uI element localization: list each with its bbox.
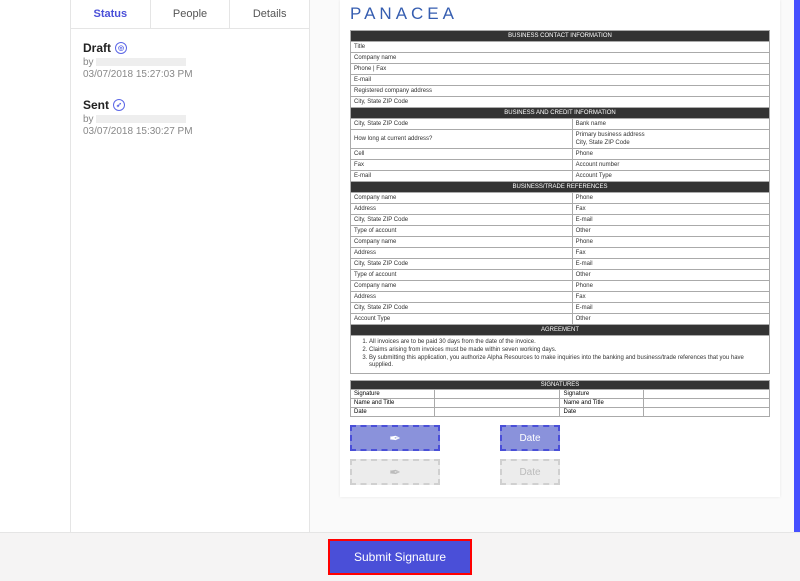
field-label: Other (572, 314, 769, 325)
field-label: Signature (351, 390, 435, 399)
field-label: Name and Title (560, 399, 644, 408)
field-label: Type of account (351, 226, 573, 237)
send-icon: ➹ (113, 99, 125, 111)
field-label: Other (572, 226, 769, 237)
field-label: Company name (351, 237, 573, 248)
signatures-table: SIGNATURES Signature Signature Name and T… (350, 380, 770, 417)
field-label: Address (351, 292, 573, 303)
history-item: Draft ◎ by 03/07/2018 15:27:03 PM (83, 41, 297, 80)
contact-table: BUSINESS CONTACT INFORMATION Title Compa… (350, 30, 770, 336)
field-label: Company name (351, 53, 770, 64)
target-icon: ◎ (115, 42, 127, 54)
history-by: by (83, 114, 297, 125)
agreement-text: All invoices are to be paid 30 days from… (350, 336, 770, 374)
tabs: Status People Details (71, 0, 309, 29)
history-title: Draft (83, 41, 111, 55)
field-label: Fax (351, 160, 573, 171)
agreement-item: By submitting this application, you auth… (369, 355, 765, 371)
field-label: Company name (351, 193, 573, 204)
field-label: Account Type (572, 171, 769, 182)
document-page: PANACEA BUSINESS CONTACT INFORMATION Tit… (340, 0, 780, 497)
document-area: PANACEA BUSINESS CONTACT INFORMATION Tit… (310, 0, 800, 532)
signature-field-primary[interactable]: ✒ (350, 425, 440, 451)
field-label: Fax (572, 292, 769, 303)
agreement-item: All invoices are to be paid 30 days from… (369, 339, 765, 347)
field-label: Fax (572, 248, 769, 259)
field-label: Registered company address (351, 86, 770, 97)
field-label: E-mail (572, 303, 769, 314)
field-label: How long at current address? (351, 130, 573, 149)
field-label: City, State ZIP Code (351, 97, 770, 108)
field-label: Account number (572, 160, 769, 171)
field-label: Date (560, 408, 644, 417)
field-label: Primary business address City, State ZIP… (572, 130, 769, 149)
section-header: BUSINESS CONTACT INFORMATION (351, 31, 770, 42)
field-label: City, State ZIP Code (351, 259, 573, 270)
field-label: Cell (351, 149, 573, 160)
history-panel: Draft ◎ by 03/07/2018 15:27:03 PM Sent ➹… (71, 29, 309, 167)
field-label: Phone (572, 237, 769, 248)
field-label: Type of account (351, 270, 573, 281)
pen-icon: ✒ (389, 430, 401, 447)
pen-icon: ✒ (389, 464, 401, 481)
section-header: SIGNATURES (351, 381, 770, 390)
field-label: Account Type (351, 314, 573, 325)
history-time: 03/07/2018 15:30:27 PM (83, 126, 297, 137)
field-label: Phone (572, 281, 769, 292)
field-label: Phone | Fax (351, 64, 770, 75)
section-header: BUSINESS/TRADE REFERENCES (351, 182, 770, 193)
field-label: E-mail (572, 215, 769, 226)
agreement-item: Claims arising from invoices must be mad… (369, 347, 765, 355)
field-label: Signature (560, 390, 644, 399)
scrollbar-indicator[interactable] (794, 0, 800, 532)
field-label: Date (351, 408, 435, 417)
signature-field-secondary: ✒ (350, 459, 440, 485)
tab-people[interactable]: People (151, 0, 231, 28)
history-time: 03/07/2018 15:27:03 PM (83, 69, 297, 80)
field-label: Name and Title (351, 399, 435, 408)
field-label: Other (572, 270, 769, 281)
footer-bar: Submit Signature (0, 532, 800, 581)
field-label: City, State ZIP Code (351, 119, 573, 130)
field-label: Phone (572, 149, 769, 160)
field-label: Bank name (572, 119, 769, 130)
section-header: BUSINESS AND CREDIT INFORMATION (351, 108, 770, 119)
field-label: Phone (572, 193, 769, 204)
date-field-secondary: Date (500, 459, 560, 485)
history-title: Sent (83, 98, 109, 112)
field-label: Title (351, 42, 770, 53)
field-label: E-mail (351, 75, 770, 86)
field-label: City, State ZIP Code (351, 215, 573, 226)
field-label: Fax (572, 204, 769, 215)
field-label: City, State ZIP Code (351, 303, 573, 314)
history-item: Sent ➹ by 03/07/2018 15:30:27 PM (83, 98, 297, 137)
submit-signature-button[interactable]: Submit Signature (328, 539, 472, 575)
history-by: by (83, 57, 297, 68)
field-label: E-mail (351, 171, 573, 182)
field-label: E-mail (572, 259, 769, 270)
tab-status[interactable]: Status (71, 0, 151, 28)
date-field-primary[interactable]: Date (500, 425, 560, 451)
section-header: AGREEMENT (351, 325, 770, 336)
tab-details[interactable]: Details (230, 0, 309, 28)
field-label: Address (351, 204, 573, 215)
brand-title: PANACEA (350, 4, 770, 24)
field-label: Company name (351, 281, 573, 292)
sidebar: Status People Details Draft ◎ by 03/07/2… (70, 0, 310, 532)
field-label: Address (351, 248, 573, 259)
